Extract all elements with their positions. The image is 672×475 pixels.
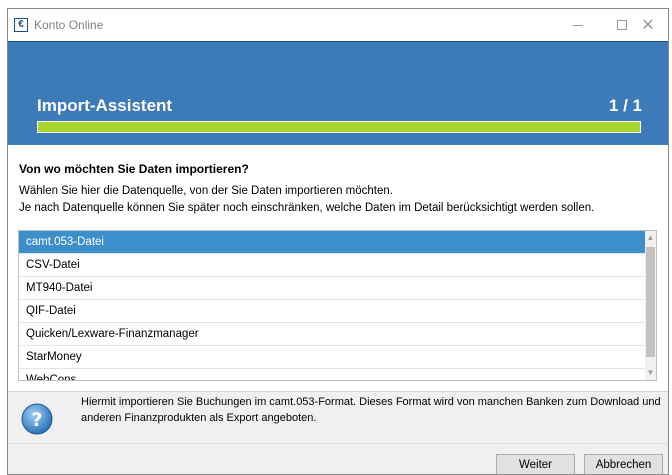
close-button[interactable]: ✕ <box>626 9 668 41</box>
minimize-button[interactable] <box>556 9 600 41</box>
question-icon: ? <box>21 403 53 435</box>
wizard-progress-fill <box>38 122 640 132</box>
app-euro-icon: € <box>14 18 28 32</box>
data-source-item[interactable]: Quicken/Lexware-Finanzmanager <box>19 323 647 346</box>
scroll-thumb[interactable] <box>646 247 655 357</box>
data-source-item[interactable]: camt.053-Datei <box>19 231 647 254</box>
wizard-content: Von wo möchten Sie Daten importieren? Wä… <box>8 145 668 391</box>
window-title: Konto Online <box>34 18 104 32</box>
data-source-item[interactable]: CSV-Datei <box>19 254 647 277</box>
description-line-2: Je nach Datenquelle können Sie später no… <box>19 202 595 214</box>
scroll-up-icon[interactable]: ▲ <box>645 231 656 245</box>
import-wizard-window: € Konto Online ✕ Import-Assistent 1 / 1 … <box>7 8 669 475</box>
data-source-list[interactable]: camt.053-Datei CSV-Datei MT940-Datei QIF-Da… <box>18 230 657 381</box>
title-bar: € Konto Online ✕ <box>8 9 668 41</box>
wizard-step-counter: 1 / 1 <box>608 96 642 115</box>
data-source-item[interactable]: StarMoney <box>19 346 647 369</box>
cancel-button[interactable]: Abbrechen <box>584 454 663 474</box>
wizard-progress-bar <box>37 121 641 133</box>
wizard-header: Import-Assistent 1 / 1 <box>8 41 668 145</box>
minimize-icon <box>573 24 583 26</box>
question-heading: Von wo möchten Sie Daten importieren? <box>19 162 249 176</box>
close-icon: ✕ <box>641 17 655 34</box>
svg-text:?: ? <box>31 409 42 431</box>
data-source-item[interactable]: QIF-Datei <box>19 300 647 323</box>
info-panel: ? Hiermit importieren Sie Buchungen im c… <box>8 391 668 443</box>
next-button[interactable]: Weiter <box>496 454 575 474</box>
list-scrollbar[interactable]: ▲ ▼ <box>645 231 656 380</box>
scroll-down-icon[interactable]: ▼ <box>645 366 656 380</box>
data-source-item[interactable]: MT940-Datei <box>19 277 647 300</box>
wizard-title: Import-Assistent <box>37 96 173 115</box>
wizard-footer: Weiter Abbrechen <box>8 443 668 474</box>
info-text: Hiermit importieren Sie Buchungen im cam… <box>81 396 661 424</box>
description-line-1: Wählen Sie hier die Datenquelle, von der… <box>19 185 393 197</box>
data-source-item[interactable]: WebCons <box>19 369 647 380</box>
